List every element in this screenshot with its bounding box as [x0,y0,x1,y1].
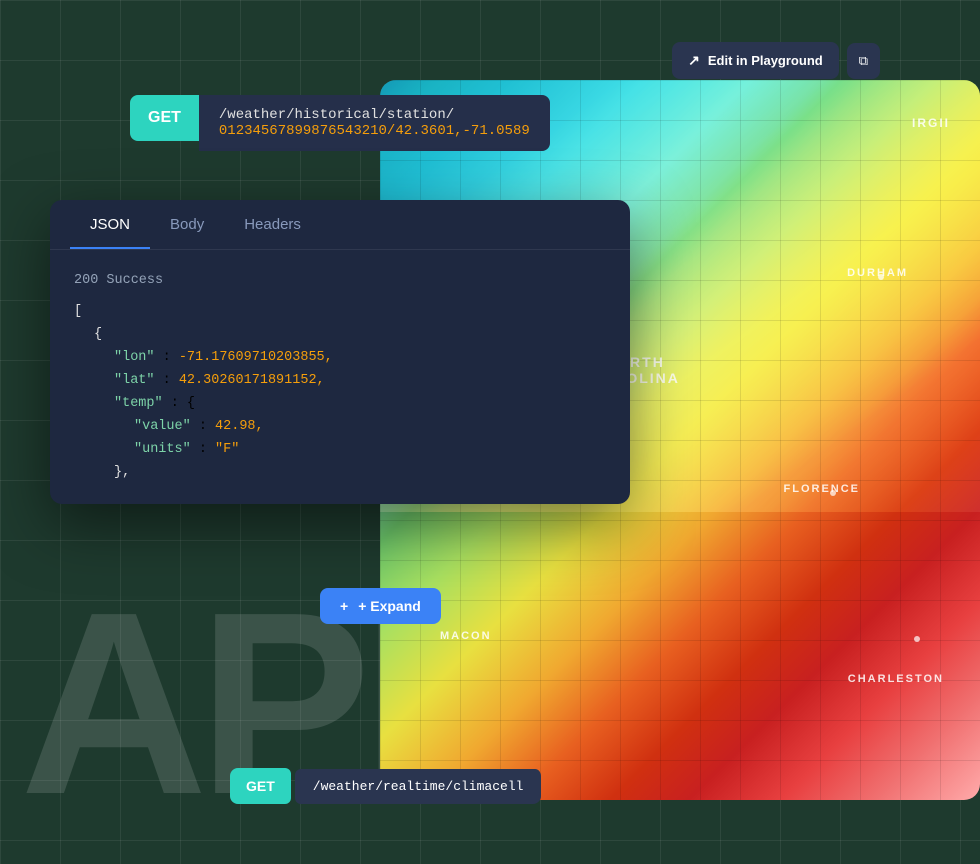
json-row-lat: "lat" : 42.30260171891152, [74,370,606,393]
external-link-icon: ↗ [688,52,700,69]
top-url-path: /weather/historical/station/ [219,107,530,123]
json-row-close-brace: }, [74,462,606,485]
bottom-request-bar: GET /weather/realtime/climacell [230,768,541,804]
copy-icon: ⧉ [859,53,868,68]
json-colon-temp: : { [171,396,195,411]
bottom-get-badge: GET [230,768,291,804]
top-url-params: 01234567899876543210/42.3601,-71.0589 [219,123,530,139]
json-panel: JSON Body Headers 200 Success [ { "lon" … [50,200,630,504]
json-row-units: "units" : "F" [74,439,606,462]
json-key-lat: "lat" [114,373,155,388]
json-val-lat: 42.30260171891152, [179,373,325,388]
json-content: 200 Success [ { "lon" : -71.176097102038… [50,250,630,504]
json-key-units: "units" [134,442,191,457]
json-row-temp: "temp" : { [74,393,606,416]
edit-playground-label: Edit in Playground [708,53,823,68]
json-val-lon: -71.17609710203855, [179,350,333,365]
map-label-florence: Florence [784,483,861,495]
map-label-macon: Macon [440,630,492,642]
json-row-1: { [74,324,606,347]
top-request-bar: GET /weather/historical/station/ 0123456… [130,95,550,151]
json-key-value: "value" [134,419,191,434]
json-key-lon: "lon" [114,350,155,365]
tab-headers[interactable]: Headers [224,200,321,249]
status-line: 200 Success [74,270,606,293]
bottom-url: /weather/realtime/climacell [295,769,542,804]
json-open-bracket: [ [74,301,606,324]
json-open-brace: { [94,327,102,342]
json-row-lon: "lon" : -71.17609710203855, [74,347,606,370]
json-tabs: JSON Body Headers [50,200,630,250]
tab-body[interactable]: Body [150,200,224,249]
top-url-container: /weather/historical/station/ 01234567899… [199,95,550,151]
json-val-value: 42.98, [215,419,264,434]
json-row-value: "value" : 42.98, [74,416,606,439]
json-colon-lat: : [163,373,179,388]
json-colon-value: : [199,419,215,434]
top-get-badge: GET [130,95,199,141]
json-colon-lon: : [163,350,179,365]
expand-label: + Expand [358,598,421,614]
map-dot-3 [914,636,920,642]
toolbar: ↗ Edit in Playground ⧉ [672,42,880,79]
json-key-temp: "temp" [114,396,163,411]
json-colon-units: : [199,442,215,457]
json-close-brace-comma: }, [114,465,130,480]
map-label-charleston: Charleston [848,673,944,685]
json-val-units: "F" [215,442,239,457]
copy-button[interactable]: ⧉ [847,43,880,79]
map-label-virginia: IRGII [912,116,950,130]
plus-icon: + [340,598,348,614]
edit-playground-button[interactable]: ↗ Edit in Playground [672,42,839,79]
tab-json[interactable]: JSON [70,200,150,249]
expand-button[interactable]: + + Expand [320,588,441,624]
